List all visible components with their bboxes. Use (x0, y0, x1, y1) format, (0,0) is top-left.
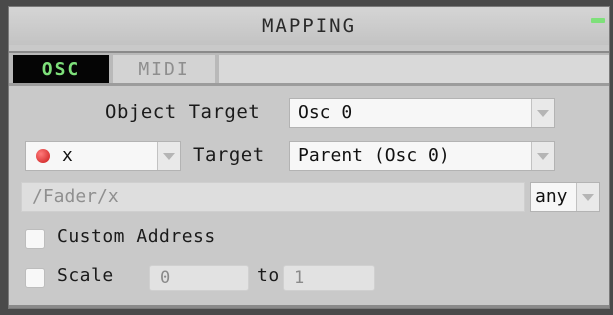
address-input[interactable]: /Fader/x (21, 182, 525, 212)
chevron-down-icon (582, 193, 594, 201)
object-target-label: Object Target (105, 101, 261, 123)
target-arrow[interactable] (531, 142, 554, 170)
source-arrow[interactable] (157, 142, 180, 170)
scale-to-input[interactable]: 1 (283, 265, 375, 291)
tab-osc[interactable]: OSC (13, 55, 109, 83)
custom-address-checkbox[interactable] (25, 229, 45, 249)
scale-checkbox[interactable] (25, 268, 45, 288)
divider (9, 83, 609, 86)
target-label: Target (193, 144, 265, 166)
scale-from-input[interactable]: 0 (149, 265, 249, 291)
target-value: Parent (Osc 0) (298, 145, 450, 166)
target-dropdown[interactable]: Parent (Osc 0) (289, 141, 555, 171)
object-target-dropdown[interactable]: Osc 0 (289, 98, 555, 128)
source-dropdown[interactable]: x (25, 141, 181, 171)
chevron-down-icon (537, 152, 549, 160)
mapping-panel: MAPPING OSC MIDI Object Target Osc 0 x T… (8, 6, 610, 309)
tab-midi[interactable]: MIDI (113, 55, 215, 83)
bottom-border (9, 305, 609, 308)
address-type-value: any (535, 186, 568, 207)
object-target-value: Osc 0 (298, 102, 353, 123)
custom-address-label: Custom Address (57, 226, 216, 247)
minimize-icon[interactable] (591, 18, 605, 23)
chevron-down-icon (537, 109, 549, 117)
tab-bar: OSC MIDI (9, 51, 609, 83)
source-value: x (62, 145, 73, 166)
object-target-arrow[interactable] (531, 99, 554, 127)
scale-to-label: to (257, 265, 280, 286)
address-type-dropdown[interactable]: any (530, 182, 600, 212)
title-bar: MAPPING (9, 7, 609, 45)
tab-bar-filler (219, 55, 609, 83)
record-indicator-icon (36, 149, 50, 163)
window-title: MAPPING (261, 15, 357, 37)
scale-label: Scale (57, 265, 114, 286)
chevron-down-icon (163, 152, 175, 160)
address-type-arrow[interactable] (576, 183, 599, 211)
